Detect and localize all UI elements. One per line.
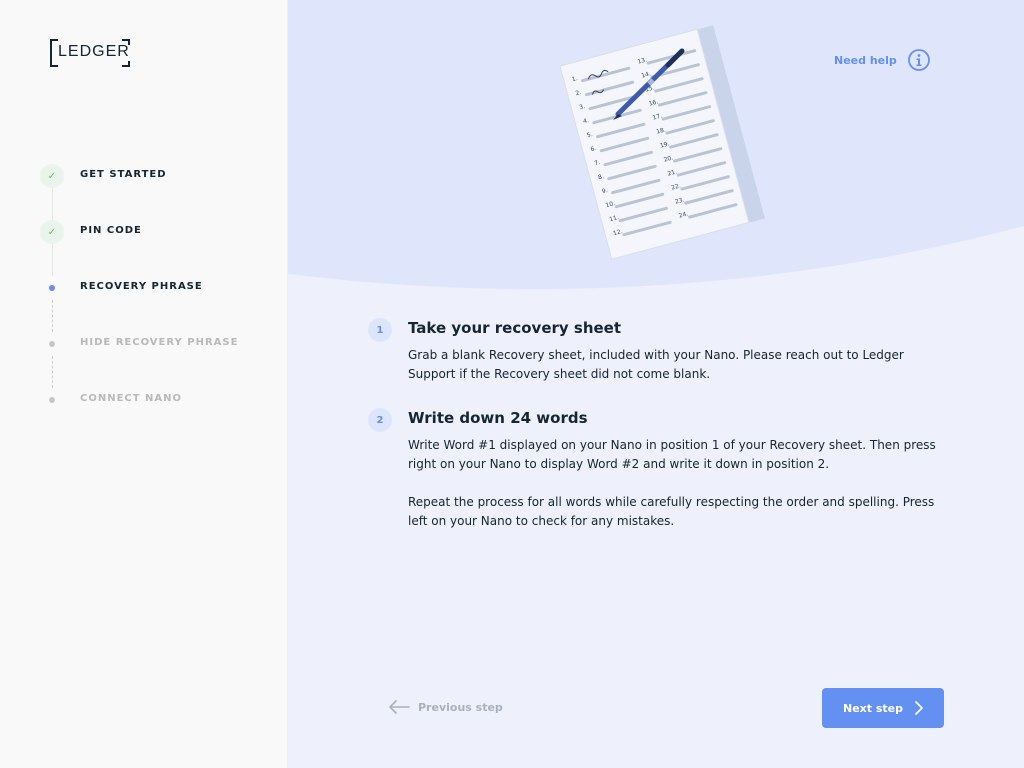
instruction-item: 2 Write down 24 words Write Word #1 disp…	[368, 408, 948, 531]
step-label: CONNECT NANO	[80, 393, 183, 404]
previous-step-button[interactable]: Previous step	[388, 700, 503, 714]
need-help-link[interactable]: Need help	[834, 48, 931, 72]
instruction-body: Write Word #1 displayed on your Nano in …	[408, 436, 948, 531]
sidebar: LEDGER ✓ GET STARTED ✓ PIN CODE RECOVERY…	[0, 0, 288, 768]
pending-dot-icon	[49, 397, 55, 403]
step-marker: ✓	[40, 164, 64, 188]
instruction-body: Grab a blank Recovery sheet, included wi…	[408, 346, 948, 384]
step-number-badge: 2	[368, 408, 392, 432]
step-marker	[40, 388, 64, 412]
step-number-badge: 1	[368, 318, 392, 342]
step-connector	[52, 300, 53, 332]
step-label: PIN CODE	[80, 225, 142, 236]
next-step-label: Next step	[843, 701, 903, 715]
step-label: RECOVERY PHRASE	[80, 281, 203, 292]
next-step-button[interactable]: Next step	[822, 688, 944, 728]
step-label: GET STARTED	[80, 169, 167, 180]
step-get-started: ✓ GET STARTED	[0, 164, 288, 188]
arrow-left-icon	[389, 700, 410, 714]
instruction-paragraph: Write Word #1 displayed on your Nano in …	[408, 438, 936, 471]
step-label: HIDE RECOVERY PHRASE	[80, 337, 239, 348]
step-connector	[52, 244, 53, 276]
pending-dot-icon	[49, 341, 55, 347]
step-marker	[40, 332, 64, 356]
main-panel: 1. 2. 3. 4. 5. 6. 7. 8. 9. 10. 11. 12. 13. 14. 15. 16. 1…	[288, 0, 1024, 768]
step-recovery-phrase: RECOVERY PHRASE	[0, 276, 288, 300]
instruction-item: 1 Take your recovery sheet Grab a blank …	[368, 318, 948, 384]
step-hide-recovery-phrase: HIDE RECOVERY PHRASE	[0, 332, 288, 356]
step-marker	[40, 276, 64, 300]
chevron-right-icon	[915, 701, 923, 715]
ledger-logo: LEDGER	[50, 39, 130, 67]
instruction-title: Take your recovery sheet	[408, 319, 622, 337]
step-connector	[52, 188, 53, 220]
previous-step-label: Previous step	[418, 700, 503, 714]
info-icon	[907, 49, 930, 71]
step-marker: ✓	[40, 220, 64, 244]
instruction-title: Write down 24 words	[408, 409, 588, 427]
check-icon: ✓	[40, 220, 64, 244]
check-icon: ✓	[40, 164, 64, 188]
step-pin-code: ✓ PIN CODE	[0, 220, 288, 244]
instruction-paragraph: Repeat the process for all words while c…	[408, 495, 935, 528]
step-connector	[52, 356, 53, 388]
instruction-paragraph: Grab a blank Recovery sheet, included wi…	[408, 348, 904, 381]
active-dot-icon	[49, 285, 55, 291]
need-help-label: Need help	[834, 53, 897, 67]
instructions: 1 Take your recovery sheet Grab a blank …	[368, 318, 948, 531]
logo-text: LEDGER	[58, 43, 130, 60]
step-connect-nano: CONNECT NANO	[0, 388, 288, 412]
